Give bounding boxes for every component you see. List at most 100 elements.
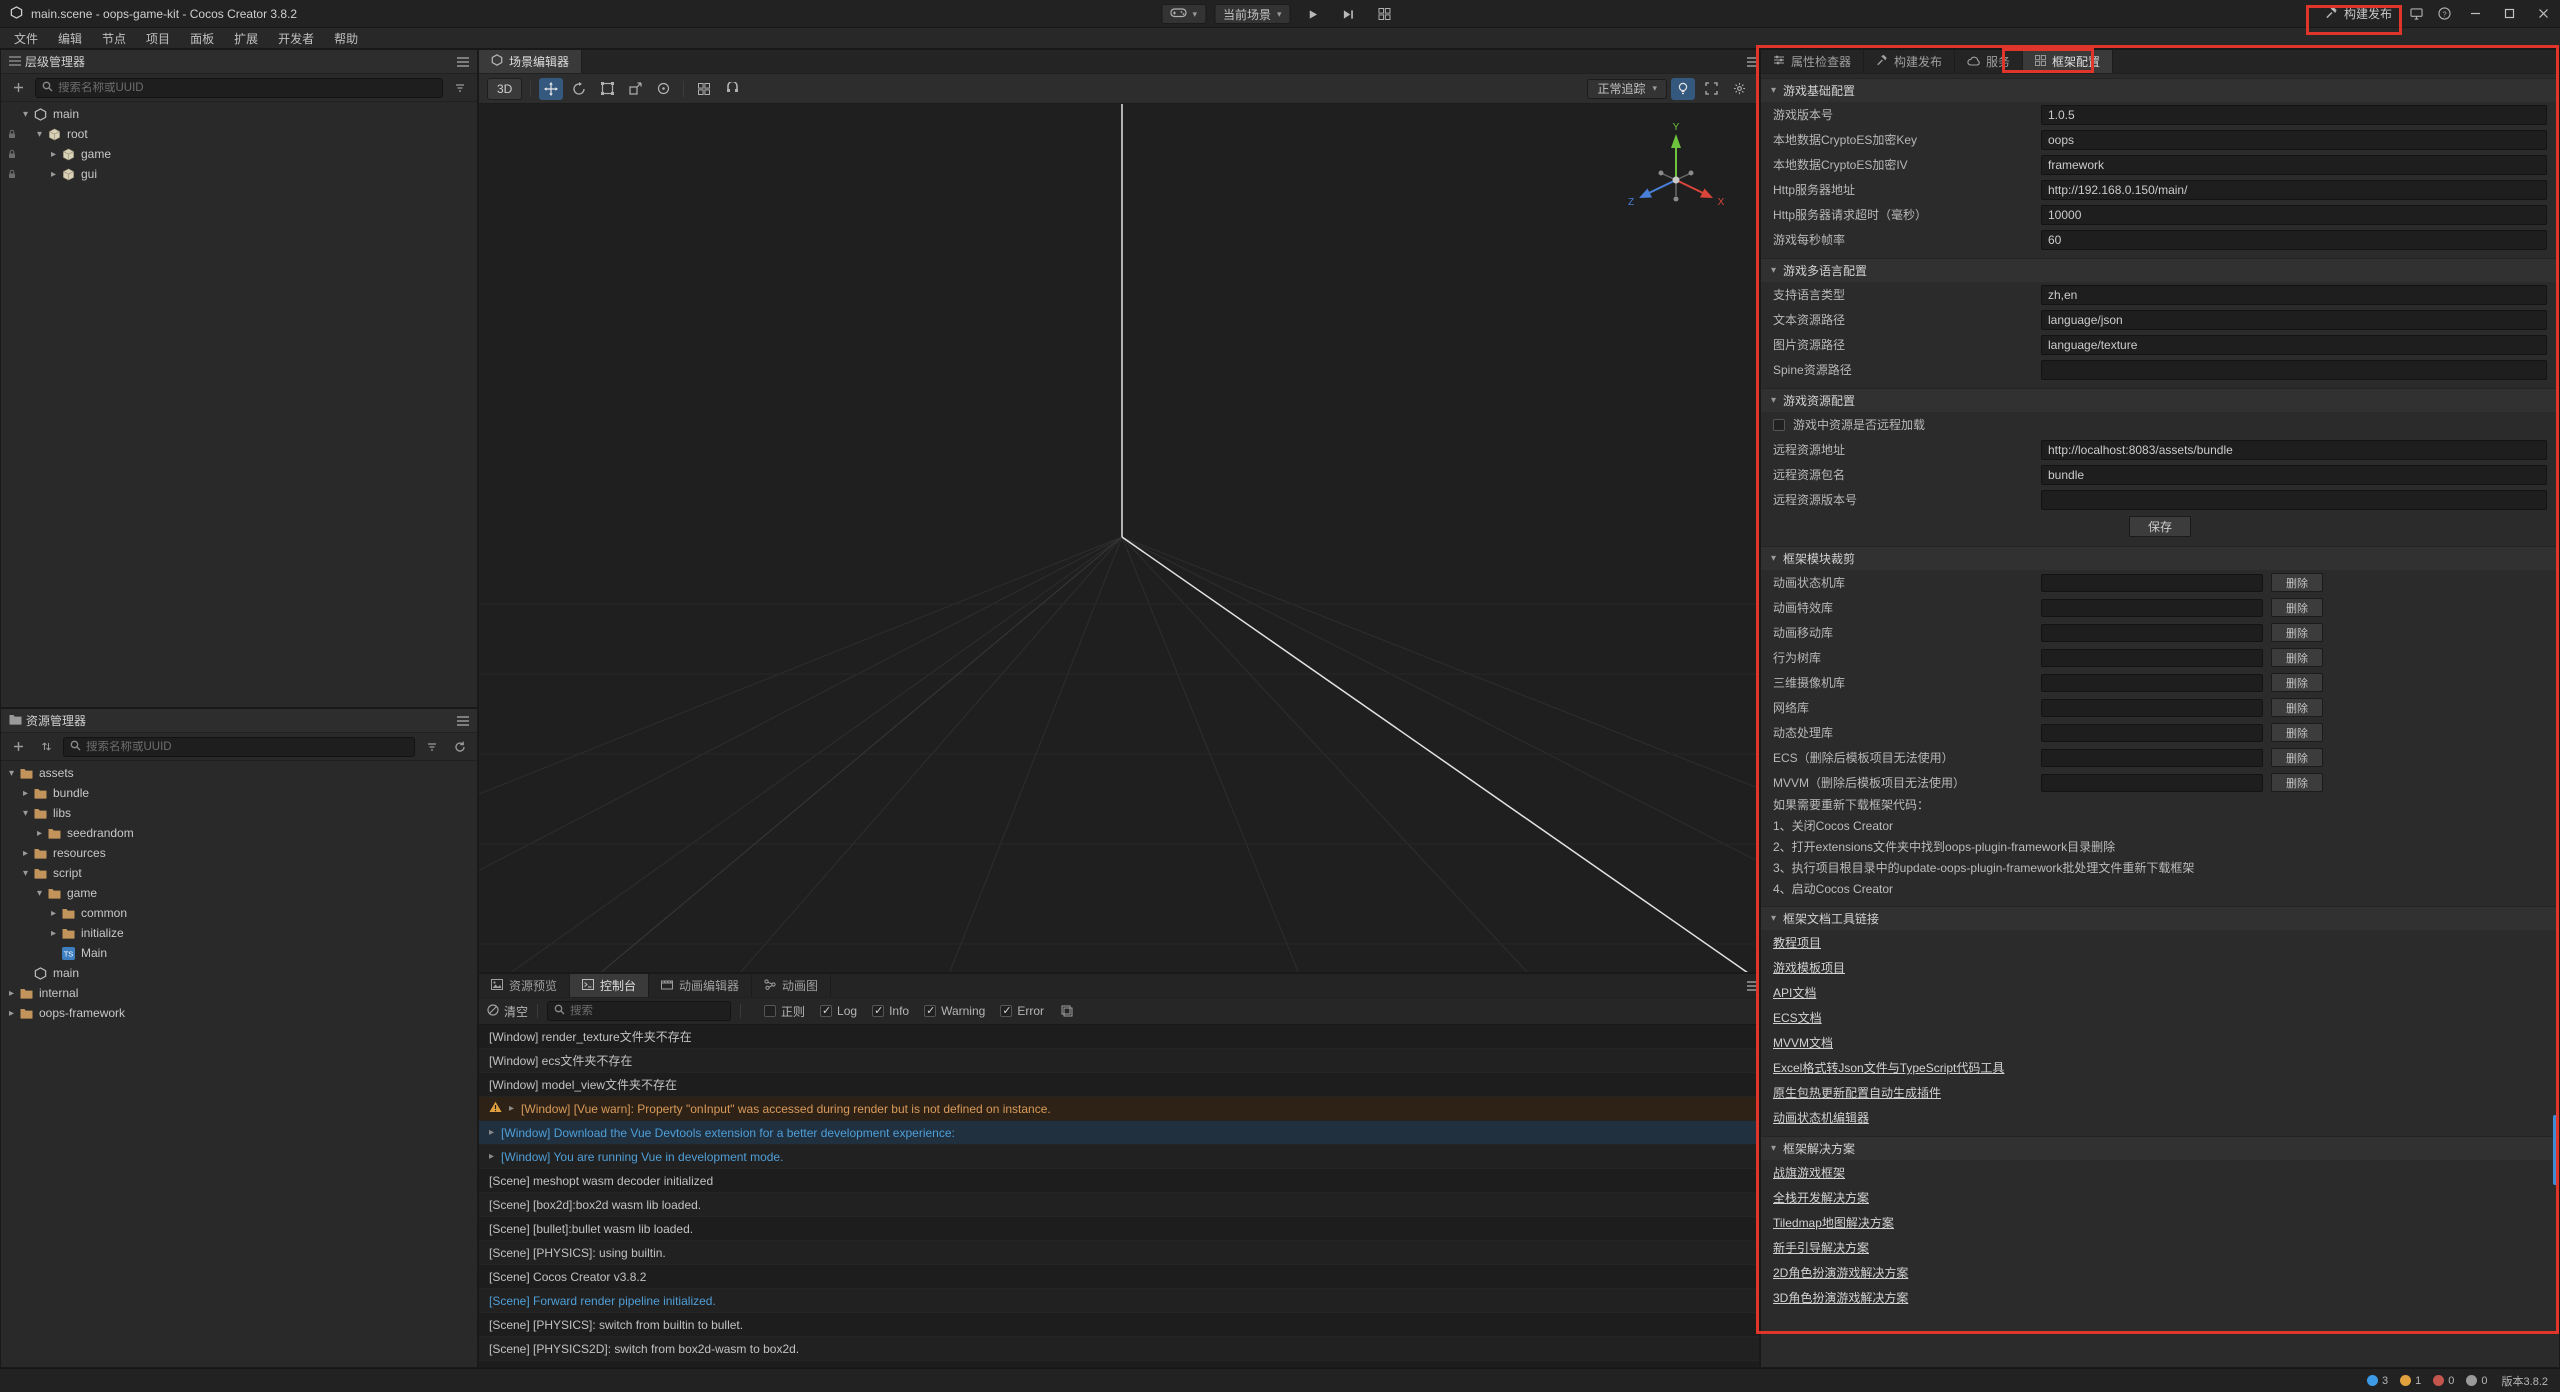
panel-menu-icon[interactable] xyxy=(1747,981,1759,991)
panel-menu-icon[interactable] xyxy=(457,716,469,726)
checkbox-icon[interactable] xyxy=(820,1005,832,1017)
delete-button[interactable]: 删除 xyxy=(2271,623,2323,642)
hierarchy-node-root[interactable]: ▾root xyxy=(1,124,477,144)
doc-link[interactable]: 2D角色扮演游戏解决方案 xyxy=(1773,1264,1908,1281)
console-tab-2[interactable]: 动画编辑器 xyxy=(649,974,752,997)
checkbox-icon[interactable] xyxy=(872,1005,884,1017)
asset-node-seedrandom[interactable]: ▸seedrandom xyxy=(1,823,477,843)
asset-node-assets[interactable]: ▾assets xyxy=(1,763,477,783)
camera-view-dropdown[interactable]: 正常追踪 ▾ xyxy=(1587,79,1667,99)
delete-button[interactable]: 删除 xyxy=(2271,723,2323,742)
hierarchy-node-main[interactable]: ▾main xyxy=(1,104,477,124)
module-field[interactable] xyxy=(2041,574,2263,592)
inspector-tab-3[interactable]: 框架配置 xyxy=(2023,50,2113,73)
chevron-down-icon[interactable]: ▾ xyxy=(19,808,32,819)
field-input[interactable] xyxy=(2041,285,2547,305)
log-row[interactable]: [Scene] Cocos Creator v3.8.2 xyxy=(479,1265,1759,1289)
log-row[interactable]: [Scene] [PHYSICS]: using builtin. xyxy=(479,1241,1759,1265)
doc-link[interactable]: 动画状态机编辑器 xyxy=(1773,1109,1869,1126)
import-export-icon[interactable] xyxy=(35,737,57,757)
inspector-tab-0[interactable]: 属性检查器 xyxy=(1761,50,1864,73)
preview-device-icon[interactable] xyxy=(2402,3,2430,25)
delete-button[interactable]: 删除 xyxy=(2271,773,2323,792)
frame-button[interactable] xyxy=(1699,78,1723,100)
hierarchy-node-game[interactable]: ▸game xyxy=(1,144,477,164)
console-tab-3[interactable]: 动画图 xyxy=(752,974,831,997)
log-row[interactable]: [Scene] [bullet]:bullet wasm lib loaded. xyxy=(479,1217,1759,1241)
delete-button[interactable]: 删除 xyxy=(2271,648,2323,667)
asset-node-Main[interactable]: TSMain xyxy=(1,943,477,963)
search-input[interactable] xyxy=(86,741,408,753)
chevron-right-icon[interactable]: ▸ xyxy=(489,1127,494,1138)
console-tab-0[interactable]: 资源预览 xyxy=(479,974,570,997)
section-header-game-basic[interactable]: ▾游戏基础配置 xyxy=(1761,78,2559,102)
section-header-solutions[interactable]: ▾框架解决方案 xyxy=(1761,1136,2559,1160)
rotate-tool-button[interactable] xyxy=(567,78,591,100)
doc-link[interactable]: 3D角色扮演游戏解决方案 xyxy=(1773,1289,1908,1306)
magnet-snap-button[interactable] xyxy=(720,78,744,100)
field-input[interactable] xyxy=(2041,105,2547,125)
grid-snap-button[interactable] xyxy=(692,78,716,100)
module-field[interactable] xyxy=(2041,699,2263,717)
checkbox-icon[interactable] xyxy=(764,1005,776,1017)
doc-link[interactable]: 新手引导解决方案 xyxy=(1773,1239,1869,1256)
move-tool-button[interactable] xyxy=(539,78,563,100)
pivot-tool-button[interactable] xyxy=(651,78,675,100)
help-icon[interactable]: ? xyxy=(2430,3,2458,25)
maximize-button[interactable] xyxy=(2492,0,2526,27)
lock-icon[interactable] xyxy=(5,129,19,139)
assets-search[interactable] xyxy=(63,737,415,757)
menu-item-6[interactable]: 开发者 xyxy=(268,28,324,48)
create-node-button[interactable] xyxy=(7,78,29,98)
asset-node-common[interactable]: ▸common xyxy=(1,903,477,923)
filter-正则[interactable]: 正则 xyxy=(764,1003,805,1020)
status-badge-error[interactable]: 0 xyxy=(2433,1375,2454,1387)
field-input[interactable] xyxy=(2041,310,2547,330)
step-button[interactable] xyxy=(1335,3,1363,25)
filter-Error[interactable]: Error xyxy=(1000,1004,1044,1018)
menu-item-0[interactable]: 文件 xyxy=(4,28,48,48)
clear-console-button[interactable]: 清空 xyxy=(487,1003,528,1020)
build-publish-button[interactable]: 构建发布 xyxy=(2315,0,2402,27)
mode-2d3d-button[interactable]: 3D xyxy=(487,78,522,100)
preview-target-dropdown[interactable]: ▾ xyxy=(1161,4,1206,24)
checkbox-icon[interactable] xyxy=(924,1005,936,1017)
menu-item-5[interactable]: 扩展 xyxy=(224,28,268,48)
chevron-down-icon[interactable]: ▾ xyxy=(33,129,46,140)
log-row[interactable]: [Window] model_view文件夹不存在 xyxy=(479,1073,1759,1097)
delete-button[interactable]: 删除 xyxy=(2271,598,2323,617)
log-row[interactable]: ▸[Window] [Vue warn]: Property "onInput"… xyxy=(479,1097,1759,1121)
doc-link[interactable]: 战旗游戏框架 xyxy=(1773,1164,1845,1181)
field-input[interactable] xyxy=(2041,205,2547,225)
search-input[interactable] xyxy=(570,1005,724,1017)
chevron-down-icon[interactable]: ▾ xyxy=(19,868,32,879)
close-button[interactable] xyxy=(2526,0,2560,27)
module-field[interactable] xyxy=(2041,674,2263,692)
asset-node-main[interactable]: main xyxy=(1,963,477,983)
log-row[interactable]: [Window] render_texture文件夹不存在 xyxy=(479,1025,1759,1049)
asset-node-script[interactable]: ▾script xyxy=(1,863,477,883)
panel-menu-icon[interactable] xyxy=(457,57,469,67)
filter-Warning[interactable]: Warning xyxy=(924,1004,985,1018)
field-input[interactable] xyxy=(2041,360,2547,380)
section-header-i18n[interactable]: ▾游戏多语言配置 xyxy=(1761,258,2559,282)
console-search[interactable] xyxy=(547,1001,731,1021)
log-row[interactable]: [Scene] Forward render pipeline initiali… xyxy=(479,1289,1759,1313)
tab-scene-editor[interactable]: 场景编辑器 xyxy=(479,50,582,73)
section-header-modules[interactable]: ▾框架模块裁剪 xyxy=(1761,546,2559,570)
log-row[interactable]: [Scene] [box2d]:box2d wasm lib loaded. xyxy=(479,1193,1759,1217)
asset-node-game[interactable]: ▾game xyxy=(1,883,477,903)
sort-button[interactable] xyxy=(421,737,443,757)
lock-icon[interactable] xyxy=(5,149,19,159)
asset-node-initialize[interactable]: ▸initialize xyxy=(1,923,477,943)
scale-tool-button[interactable] xyxy=(623,78,647,100)
filter-Info[interactable]: Info xyxy=(872,1004,909,1018)
doc-link[interactable]: 游戏模板项目 xyxy=(1773,959,1845,976)
inspector-tab-2[interactable]: 服务 xyxy=(1955,50,2023,73)
module-field[interactable] xyxy=(2041,649,2263,667)
field-input[interactable] xyxy=(2041,440,2547,460)
field-input[interactable] xyxy=(2041,230,2547,250)
export-log-button[interactable] xyxy=(1056,1001,1078,1021)
chevron-right-icon[interactable]: ▸ xyxy=(47,928,60,939)
filter-Log[interactable]: Log xyxy=(820,1004,857,1018)
